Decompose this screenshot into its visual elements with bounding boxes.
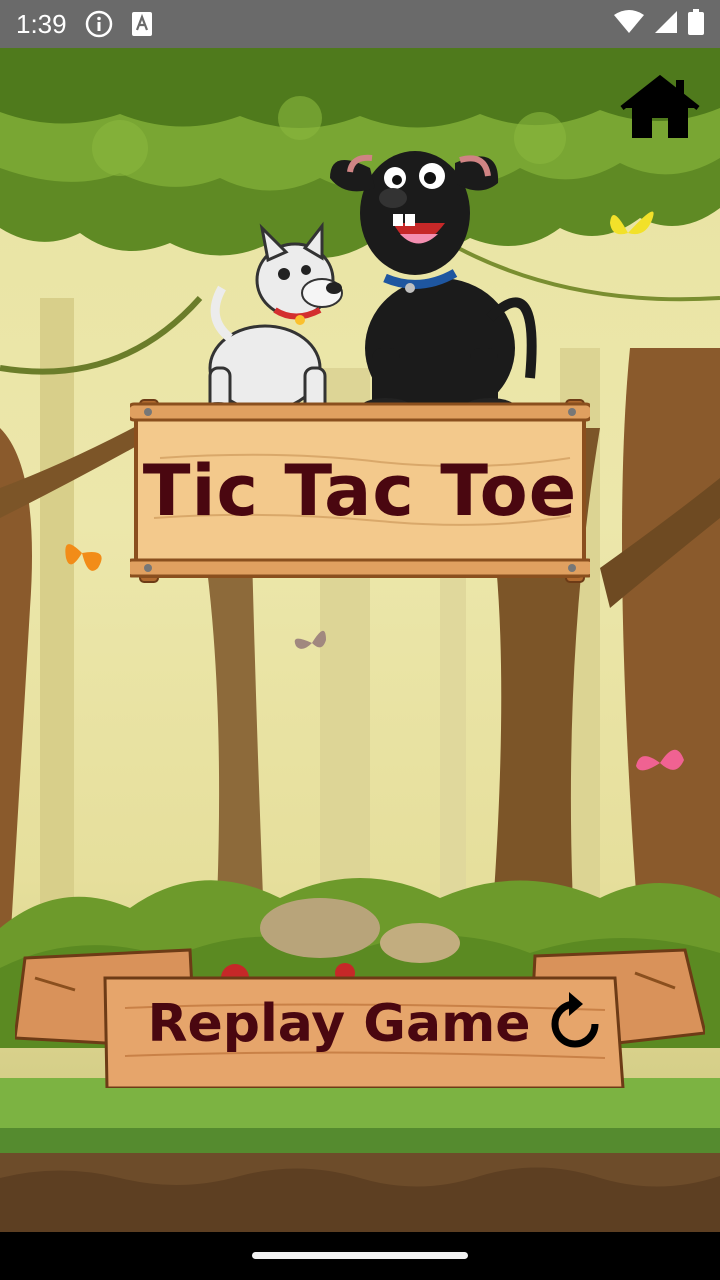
text-a-icon [131, 11, 153, 37]
replay-label: Replay Game [147, 994, 531, 1054]
navigation-bar [0, 1232, 720, 1280]
status-time: 1:39 [16, 8, 67, 39]
status-bar: 1:39 [0, 0, 720, 48]
game-scene: Tic Tac Toe Replay Game [0, 48, 720, 1232]
wifi-icon [614, 9, 644, 39]
home-icon [620, 74, 700, 138]
replay-icon [547, 991, 603, 1057]
replay-game-button[interactable]: Replay Game [15, 938, 705, 1088]
signal-icon [654, 10, 678, 39]
status-indicators [614, 8, 704, 40]
game-title: Tic Tac Toe [142, 449, 578, 532]
info-icon [85, 10, 113, 38]
title-sign: Tic Tac Toe [130, 398, 590, 583]
battery-icon [688, 8, 704, 40]
home-gesture-handle[interactable] [252, 1252, 468, 1259]
butterfly-brown [294, 630, 326, 649]
home-button[interactable] [620, 72, 700, 142]
